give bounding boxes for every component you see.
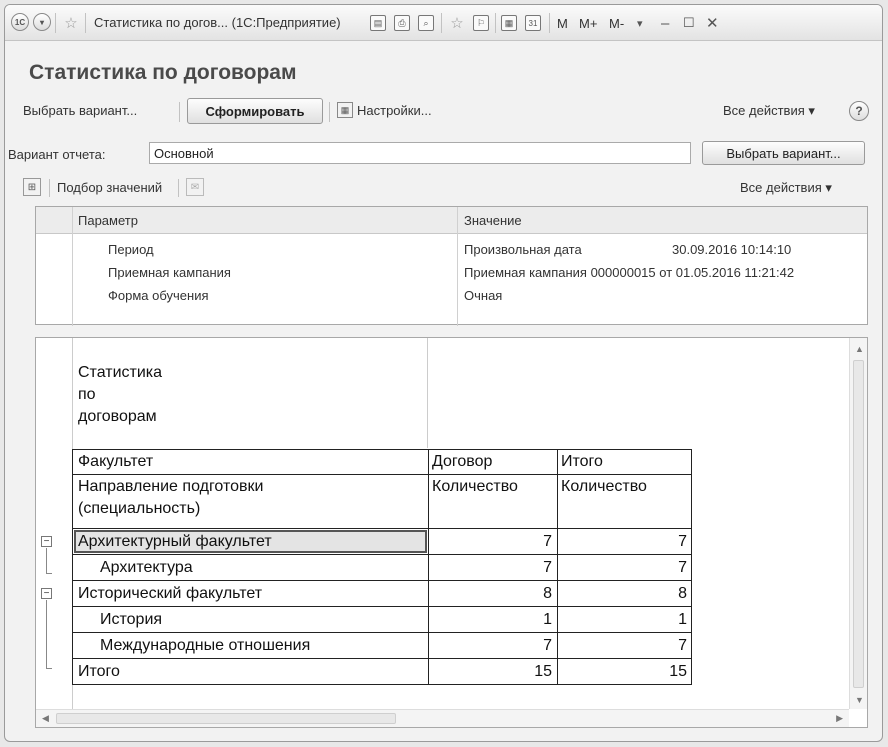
table-row-value[interactable]: 7 <box>432 637 552 655</box>
scroll-down-icon[interactable]: ▼ <box>855 695 864 705</box>
table-row-value[interactable]: 7 <box>432 559 552 577</box>
table-row-total[interactable]: 7 <box>561 559 687 577</box>
help-icon[interactable]: ? <box>849 101 869 121</box>
table-row-label[interactable]: Международные отношения <box>100 637 310 655</box>
count-subheader: Количество <box>432 478 518 495</box>
table-row-label[interactable]: Исторический факультет <box>78 585 262 603</box>
page-title: Статистика по договорам <box>29 61 297 84</box>
faculty-column-header: Факультет <box>78 453 154 470</box>
param-name[interactable]: Приемная кампания <box>108 265 231 280</box>
settings-button[interactable]: Настройки... <box>357 103 432 118</box>
memory-plus-button[interactable]: M+ <box>579 13 597 33</box>
params-all-actions-menu[interactable]: Все действия ▾ <box>740 180 832 196</box>
generate-button[interactable]: Сформировать <box>187 98 323 124</box>
value-column-header: Значение <box>464 213 522 228</box>
table-row-label[interactable]: Архитектурный факультет <box>78 533 272 551</box>
collapse-group-icon[interactable]: − <box>41 588 52 599</box>
direction-subheader: Направление подготовки <box>78 478 264 495</box>
report-title-line: Статистика <box>78 364 163 381</box>
memory-minus-button[interactable]: M- <box>609 13 624 33</box>
1c-logo-icon[interactable]: 1С <box>11 13 29 31</box>
bookmark-icon[interactable]: ⚐ <box>473 15 489 31</box>
preview-icon[interactable]: ⌕ <box>418 15 434 31</box>
print-icon[interactable]: ⎙ <box>394 15 410 31</box>
param-value[interactable]: Очная <box>464 288 502 303</box>
all-actions-menu[interactable]: Все действия ▾ <box>723 103 815 119</box>
horizontal-scrollbar[interactable]: ◀ ▶ <box>36 709 849 727</box>
param-extra[interactable]: 30.09.2016 10:14:10 <box>672 242 791 257</box>
more-dropdown-icon[interactable]: ▾ <box>637 13 643 33</box>
vertical-scrollbar[interactable]: ▲ ▼ <box>849 338 867 709</box>
save-params-icon[interactable]: ✉ <box>186 178 204 196</box>
table-row-label[interactable]: Итого <box>78 663 120 681</box>
report-spreadsheet[interactable]: Статистика по договорам Факультет Догово… <box>35 337 868 728</box>
table-row-total[interactable]: 15 <box>561 663 687 681</box>
report-title-line: по <box>78 386 96 403</box>
command-bar: Выбрать вариант... Сформировать ▦ Настро… <box>23 98 869 126</box>
params-header <box>36 207 867 234</box>
param-column-header: Параметр <box>78 213 138 228</box>
collapse-group-icon[interactable]: − <box>41 536 52 547</box>
memory-m-button[interactable]: M <box>557 13 568 33</box>
window-title: Статистика по догов... (1С:Предприятие) <box>94 15 341 30</box>
pick-values-button[interactable]: Подбор значений <box>57 180 162 195</box>
table-row-total[interactable]: 7 <box>561 637 687 655</box>
table-row-label[interactable]: История <box>100 611 162 629</box>
title-bar: 1С ▾ ☆ Статистика по догов... (1С:Предпр… <box>5 5 882 41</box>
calculator-icon[interactable]: ▦ <box>501 15 517 31</box>
minimize-icon[interactable]: – <box>661 13 669 33</box>
params-table: Параметр Значение Период Произвольная да… <box>35 206 868 326</box>
maximize-icon[interactable]: ☐ <box>683 13 695 33</box>
table-row-total[interactable]: 7 <box>561 533 687 551</box>
variant-row: Вариант отчета: Основной Выбрать вариант… <box>5 141 882 166</box>
table-row-label[interactable]: Архитектура <box>100 559 193 577</box>
close-icon[interactable]: ✕ <box>706 13 719 33</box>
table-row-value[interactable]: 8 <box>432 585 552 603</box>
count-subheader: Количество <box>561 478 647 495</box>
choose-variant-button[interactable]: Выбрать вариант... <box>23 103 137 118</box>
menu-dropdown-icon[interactable]: ▾ <box>33 13 51 31</box>
scroll-right-icon[interactable]: ▶ <box>836 713 843 724</box>
calendar-icon[interactable]: 31 <box>525 15 541 31</box>
choose-variant-button-2[interactable]: Выбрать вариант... <box>702 141 865 165</box>
add-favorite-icon[interactable]: ☆ <box>447 13 467 33</box>
contract-column-header: Договор <box>432 453 493 470</box>
variant-label: Вариант отчета: <box>8 147 106 162</box>
scroll-left-icon[interactable]: ◀ <box>42 713 49 724</box>
vertical-scroll-thumb[interactable] <box>853 360 864 688</box>
table-row-total[interactable]: 1 <box>561 611 687 629</box>
variant-field[interactable]: Основной <box>149 142 691 164</box>
param-name[interactable]: Период <box>108 242 154 257</box>
favorite-star-icon[interactable]: ☆ <box>61 13 81 33</box>
report-title-line: договорам <box>78 408 157 425</box>
add-param-icon[interactable]: ⊞ <box>23 178 41 196</box>
param-value[interactable]: Приемная кампания 000000015 от 01.05.201… <box>464 265 794 280</box>
table-row-total[interactable]: 8 <box>561 585 687 603</box>
params-toolbar: ⊞ Подбор значений ✉ Все действия ▾ <box>23 177 866 201</box>
report-window: 1С ▾ ☆ Статистика по догов... (1С:Предпр… <box>4 4 883 742</box>
save-icon[interactable]: ▤ <box>370 15 386 31</box>
horizontal-scroll-thumb[interactable] <box>56 713 396 724</box>
scroll-up-icon[interactable]: ▲ <box>855 344 864 354</box>
settings-icon[interactable]: ▦ <box>337 102 353 118</box>
total-column-header: Итого <box>561 453 603 470</box>
table-row-value[interactable]: 1 <box>432 611 552 629</box>
param-value[interactable]: Произвольная дата <box>464 242 582 257</box>
param-name[interactable]: Форма обучения <box>108 288 209 303</box>
table-row-value[interactable]: 7 <box>432 533 552 551</box>
table-row-value[interactable]: 15 <box>432 663 552 681</box>
direction-subheader: (специальность) <box>78 500 201 517</box>
